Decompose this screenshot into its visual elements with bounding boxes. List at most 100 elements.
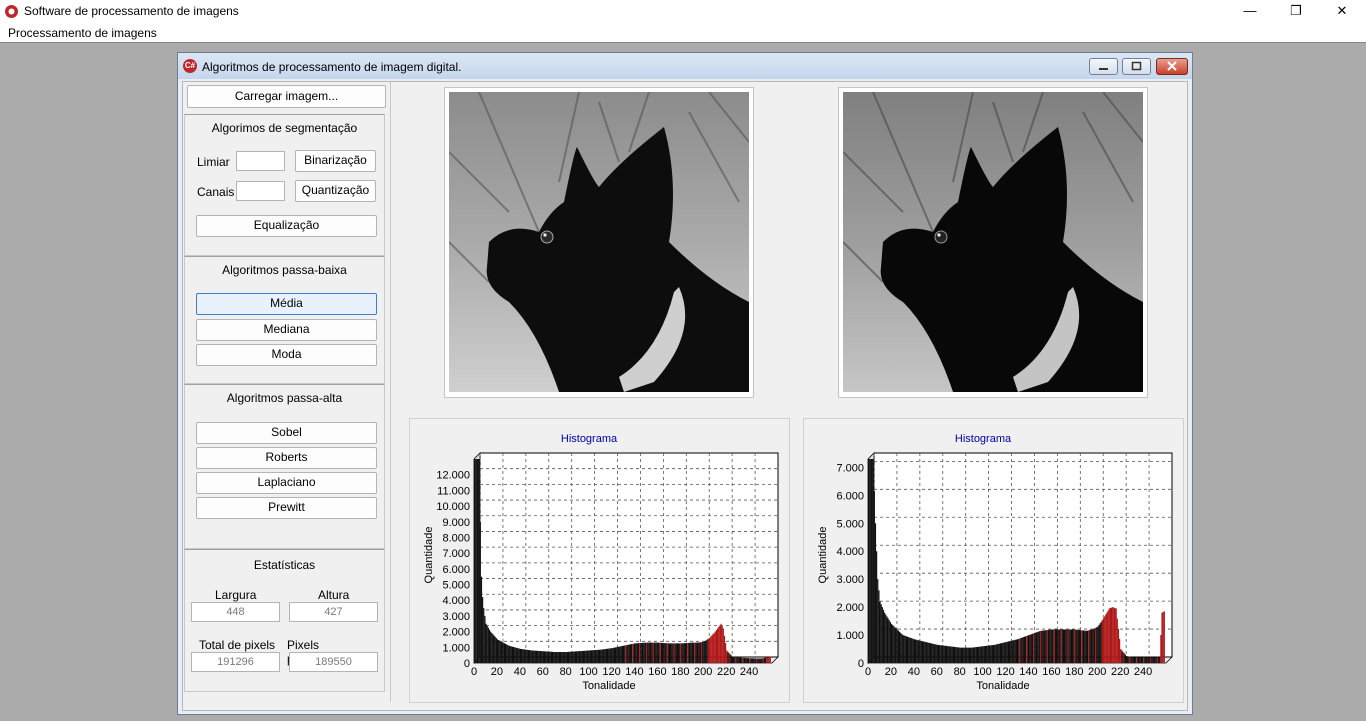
child-close-button[interactable]	[1156, 58, 1188, 75]
histogram-bar	[758, 658, 760, 663]
quantize-button[interactable]: Quantização	[295, 180, 376, 202]
equalize-button[interactable]: Equalização	[196, 215, 377, 237]
x-tick-label: 20	[885, 666, 897, 678]
histogram-bar	[529, 650, 531, 663]
histogram-bar	[944, 645, 946, 663]
minimize-icon	[1099, 68, 1108, 70]
laplacian-button[interactable]: Laplaciano	[196, 472, 377, 494]
histogram-bar	[597, 649, 599, 663]
histogram-bar	[1128, 656, 1130, 663]
histogram-bar	[964, 647, 966, 663]
close-button[interactable]: ✕	[1319, 0, 1365, 23]
histogram-bar	[995, 644, 997, 663]
histogram-bar	[1121, 650, 1123, 663]
histogram-bar	[561, 652, 563, 663]
histogram-bar	[921, 641, 924, 663]
median-filter-button[interactable]: Mediana	[196, 319, 377, 341]
histogram-bar	[628, 644, 630, 663]
histogram-bar	[480, 576, 483, 663]
histogram-bar	[1008, 641, 1011, 663]
histogram-bar	[1109, 608, 1112, 663]
histogram-bar	[711, 635, 713, 663]
child-minimize-button[interactable]	[1089, 58, 1118, 75]
load-image-button[interactable]: Carregar imagem...	[187, 85, 386, 108]
histogram-bar	[1116, 618, 1118, 663]
child-title: Algoritmos de processamento de imagem di…	[202, 60, 462, 74]
child-caption[interactable]: C# Algoritmos de processamento de imagem…	[178, 53, 1192, 79]
histogram-bar	[743, 657, 745, 663]
histogram-bar	[939, 645, 941, 663]
x-tick-label: 120	[996, 666, 1014, 678]
histogram-bar	[1149, 657, 1152, 663]
histogram-bar	[535, 650, 538, 663]
histogram-bar	[671, 643, 673, 663]
histogram-bar	[629, 644, 632, 663]
histogram-bar	[547, 651, 549, 663]
histogram-bar	[572, 651, 574, 663]
histogram-bar	[650, 642, 652, 663]
processed-image	[843, 92, 1143, 392]
menu-item-processamento[interactable]: Processamento de imagens	[8, 26, 157, 40]
histogram-bar	[690, 642, 692, 663]
histogram-bar	[998, 643, 1000, 663]
histogram-bar	[769, 656, 771, 663]
histogram-bar	[735, 657, 737, 663]
histogram-bar	[1113, 607, 1115, 663]
histogram-bar	[609, 648, 611, 663]
histogram-bar	[517, 648, 519, 663]
histogram-bar	[1131, 657, 1133, 663]
histogram-bar	[692, 642, 695, 663]
roberts-button[interactable]: Roberts	[196, 447, 377, 469]
y-tick-label: 4.000	[836, 546, 864, 558]
histogram-bar	[500, 641, 502, 663]
prewitt-button[interactable]: Prewitt	[196, 497, 377, 519]
histogram-bar	[965, 647, 967, 663]
total-pixels-value: 191296	[191, 652, 280, 672]
y-tick-label: 2.000	[442, 627, 470, 639]
histogram-bar	[495, 638, 497, 663]
child-maximize-button[interactable]	[1122, 58, 1151, 75]
histogram-bar	[624, 645, 626, 663]
histogram-bar	[614, 647, 617, 663]
mode-filter-button[interactable]: Moda	[196, 344, 377, 366]
histogram-bar	[574, 651, 577, 663]
histogram-bar	[581, 650, 583, 663]
histogram-bar	[705, 640, 707, 663]
histogram-bar	[645, 642, 648, 663]
histogram-bar	[1106, 612, 1108, 663]
stats-group: Estatísticas Largura 448 Altura 427 Tota…	[184, 549, 385, 692]
histogram-bar	[1018, 638, 1020, 663]
histogram-bar	[739, 657, 742, 663]
sobel-button[interactable]: Sobel	[196, 422, 377, 444]
histogram-bar	[1043, 630, 1045, 663]
histogram-bar	[1135, 657, 1137, 663]
histogram-bar	[1025, 636, 1027, 663]
y-tick-label: 0	[464, 658, 470, 670]
histogram-bar	[703, 641, 705, 663]
histogram-bar	[882, 609, 885, 663]
histogram-bar	[488, 629, 491, 663]
processed-pixels-value: 189550	[289, 652, 378, 672]
histogram-bar	[1141, 657, 1144, 663]
histogram-bar	[643, 642, 645, 663]
histogram-bar	[1133, 657, 1136, 663]
binarize-button[interactable]: Binarização	[295, 150, 376, 172]
width-value: 448	[191, 602, 280, 622]
histogram-bar	[1028, 635, 1030, 663]
histogram-bar	[729, 654, 731, 663]
histogram-bar	[950, 646, 952, 663]
histogram-bar	[763, 657, 766, 663]
histogram-bar	[716, 628, 719, 663]
threshold-input[interactable]	[236, 151, 285, 171]
histogram-bar	[928, 642, 930, 663]
restore-button[interactable]: ❐	[1273, 0, 1319, 23]
histogram-bar	[898, 631, 901, 663]
mean-filter-button[interactable]: Média	[196, 293, 377, 315]
histogram-bar	[486, 625, 488, 663]
histogram-bar	[727, 651, 729, 663]
histogram-bar	[885, 614, 887, 663]
minimize-button[interactable]: —	[1227, 0, 1273, 23]
channels-input[interactable]	[236, 181, 285, 201]
histogram-bar	[562, 652, 564, 663]
histogram-bar	[960, 647, 963, 663]
